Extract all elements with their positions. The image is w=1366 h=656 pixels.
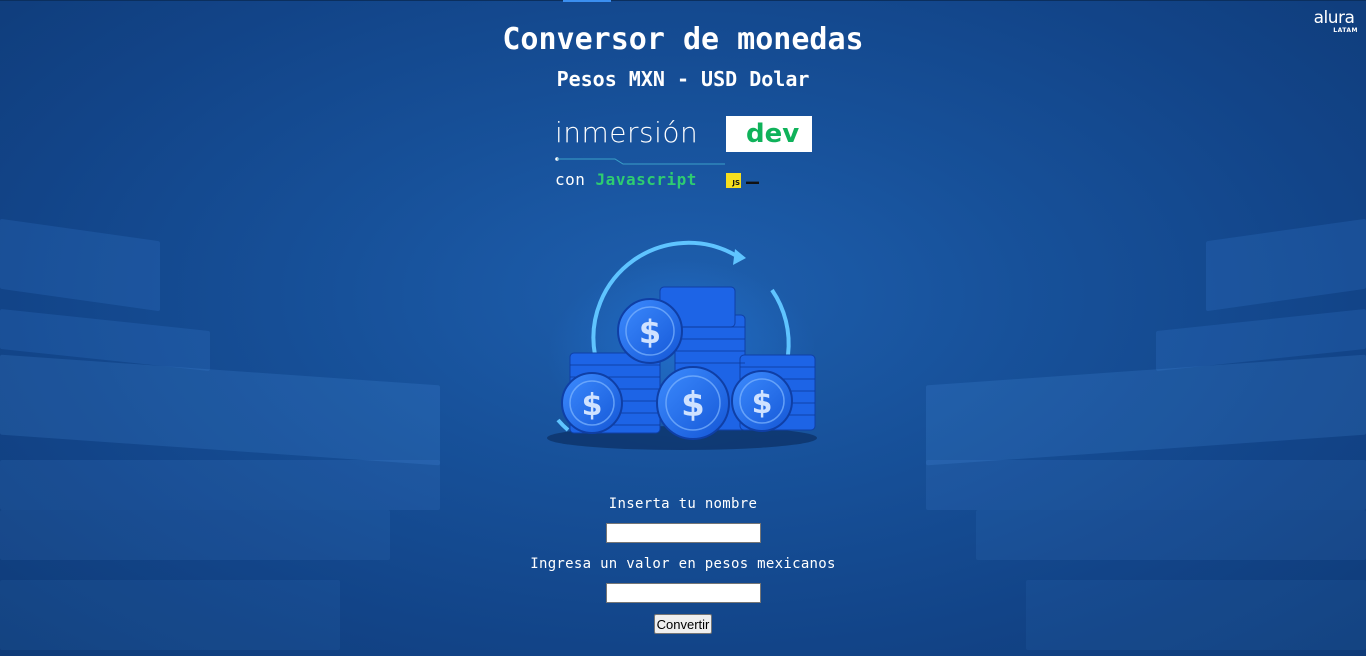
brand-underline: [555, 157, 725, 165]
bg-streak: [926, 354, 1366, 466]
inmersion-dev-logo: inmersión dev _ con Javascript JS: [555, 115, 815, 195]
tagline-con: con: [555, 170, 586, 189]
brand-tagline: con Javascript: [555, 170, 697, 189]
dollar-symbol: $: [582, 388, 603, 423]
convert-button[interactable]: Convertir: [653, 614, 713, 634]
js-badge: JS: [726, 173, 741, 188]
dev-badge: dev _: [726, 116, 812, 185]
dollar-symbol: $: [639, 313, 661, 351]
top-border: [0, 0, 1366, 1]
converter-form: Inserta tu nombre Ingresa un valor en pe…: [0, 496, 1366, 634]
amount-input[interactable]: [605, 583, 761, 603]
coins-exchange-icon: $ $ $ $: [547, 240, 817, 450]
bg-streak: [1206, 218, 1366, 312]
bg-streak: [0, 218, 160, 312]
dev-text: dev: [746, 119, 800, 149]
brand-word: inmersión: [555, 116, 699, 149]
page-title: Conversor de monedas: [502, 22, 864, 57]
bg-streak: [0, 354, 440, 466]
page-subtitle: Pesos MXN - USD Dolar: [556, 67, 810, 91]
dollar-symbol: $: [681, 385, 705, 425]
top-accent-bar: [563, 0, 611, 2]
dollar-symbol: $: [752, 386, 773, 421]
name-label: Inserta tu nombre: [608, 496, 758, 512]
tagline-language: Javascript: [595, 170, 697, 189]
amount-label: Ingresa un valor en pesos mexicanos: [530, 556, 836, 572]
dev-cursor: _: [746, 155, 759, 185]
name-input[interactable]: [605, 523, 761, 543]
